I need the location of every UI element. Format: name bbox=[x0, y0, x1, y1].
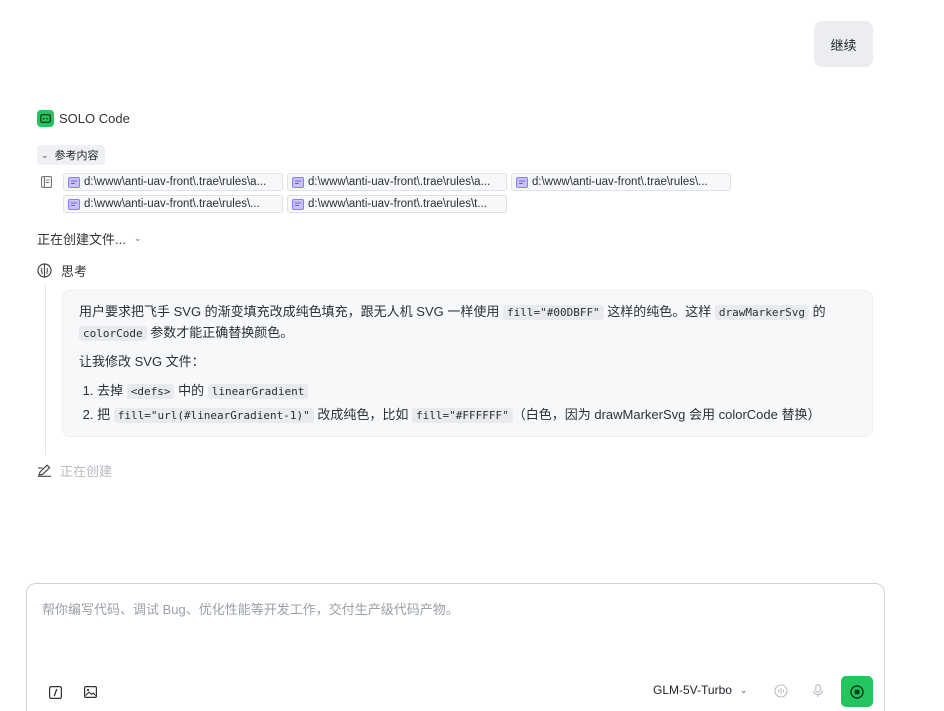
reference-file-chip[interactable]: d:\www\anti-uav-front\.trae\rules\... bbox=[63, 195, 283, 213]
file-icon bbox=[516, 176, 528, 188]
stop-icon bbox=[850, 684, 864, 699]
reference-file-chip[interactable]: d:\www\anti-uav-front\.trae\rules\a... bbox=[63, 173, 283, 191]
thinking-step: 2. 把 fill="url(#linearGradient-1)" 改成纯色，… bbox=[79, 403, 856, 427]
file-icon bbox=[292, 198, 304, 210]
command-button[interactable] bbox=[47, 684, 63, 700]
thinking-paragraph: 用户要求把飞手 SVG 的渐变填充改成纯色填充，跟无人机 SVG 一样使用 fi… bbox=[79, 302, 856, 344]
creating-label: 正在创建 bbox=[60, 464, 113, 479]
references-toggle[interactable]: ⌄ 参考内容 bbox=[37, 145, 105, 165]
reference-file-path: d:\www\anti-uav-front\.trae\rules\... bbox=[532, 176, 708, 188]
reference-file-path: d:\www\anti-uav-front\.trae\rules\t... bbox=[308, 198, 487, 210]
thinking-text: 参数才能正确替换颜色。 bbox=[146, 325, 294, 340]
thinking-content: 用户要求把飞手 SVG 的渐变填充改成纯色填充，跟无人机 SVG 一样使用 fi… bbox=[62, 290, 873, 437]
image-icon bbox=[83, 686, 97, 698]
microphone-icon bbox=[813, 684, 823, 697]
thinking-text: 去掉 bbox=[97, 383, 127, 398]
file-icon bbox=[68, 176, 80, 188]
thinking-text: 这样的纯色。这样 bbox=[603, 304, 715, 319]
reference-file-path: d:\www\anti-uav-front\.trae\rules\a... bbox=[84, 176, 267, 188]
file-creation-status[interactable]: 正在创建文件... ⌄ bbox=[37, 229, 141, 248]
brain-icon bbox=[37, 263, 52, 278]
file-list-icon bbox=[41, 176, 52, 188]
thinking-text: 把 bbox=[97, 407, 114, 422]
inline-code: fill="#FFFFFF" bbox=[412, 408, 513, 423]
microphone-button[interactable] bbox=[810, 683, 826, 699]
thinking-text: 改成纯色，比如 bbox=[313, 407, 413, 422]
thinking-text: 用户要求把飞手 SVG 的渐变填充改成纯色填充，跟无人机 SVG 一样使用 bbox=[79, 304, 503, 319]
inline-code: fill="#00DBFF" bbox=[502, 305, 604, 320]
prompt-input[interactable] bbox=[42, 602, 862, 617]
reference-file-chip[interactable]: d:\www\anti-uav-front\.trae\rules\... bbox=[511, 173, 731, 191]
thinking-step: 1. 去掉 <defs> 中的 linearGradient bbox=[79, 379, 856, 403]
message-composer: GLM-5V-Turbo ⌄ bbox=[26, 583, 885, 711]
status-label: 正在创建文件... bbox=[37, 232, 126, 247]
agent-header: SOLO Code bbox=[37, 110, 130, 127]
thinking-divider bbox=[45, 285, 46, 455]
creating-indicator: 正在创建 bbox=[37, 461, 112, 480]
reference-file-chip[interactable]: d:\www\anti-uav-front\.trae\rules\t... bbox=[287, 195, 507, 213]
model-name: GLM-5V-Turbo bbox=[653, 683, 732, 697]
solo-code-logo-icon bbox=[37, 110, 54, 127]
chat-page: 继续 SOLO Code ⌄ 参考内容 d:\www\anti-uav-fron… bbox=[0, 0, 944, 711]
chevron-down-icon: ⌄ bbox=[739, 684, 748, 695]
reference-file-path: d:\www\anti-uav-front\.trae\rules\a... bbox=[308, 176, 491, 188]
stop-generation-button[interactable] bbox=[841, 676, 873, 707]
model-selector[interactable]: GLM-5V-Turbo ⌄ bbox=[653, 683, 747, 697]
edit-pen-icon bbox=[38, 464, 51, 477]
thinking-text: 的 bbox=[809, 304, 826, 319]
audio-wave-icon bbox=[774, 684, 788, 698]
step-number: 1. bbox=[82, 383, 94, 398]
file-icon bbox=[68, 198, 80, 210]
image-upload-button[interactable] bbox=[82, 684, 98, 700]
reference-file-path: d:\www\anti-uav-front\.trae\rules\... bbox=[84, 198, 260, 210]
user-message-bubble: 继续 bbox=[814, 21, 873, 67]
chevron-down-icon: ⌄ bbox=[133, 233, 142, 243]
file-icon bbox=[292, 176, 304, 188]
thinking-text: 中的 bbox=[174, 383, 208, 398]
slash-command-icon bbox=[48, 685, 62, 699]
references-toggle-label: 参考内容 bbox=[54, 150, 99, 162]
thinking-text: （白色，因为 drawMarkerSvg 会用 colorCode 替换） bbox=[512, 407, 821, 422]
step-number: 2. bbox=[82, 407, 94, 422]
user-message-text: 继续 bbox=[830, 37, 857, 53]
thinking-label: 思考 bbox=[61, 264, 88, 279]
inline-code: <defs> bbox=[126, 384, 175, 399]
inline-code: fill="url(#linearGradient-1)" bbox=[113, 408, 314, 423]
thinking-paragraph: 让我修改 SVG 文件： bbox=[79, 354, 205, 369]
agent-name: SOLO Code bbox=[59, 111, 130, 126]
thinking-header[interactable]: 思考 bbox=[37, 261, 87, 280]
inline-code: drawMarkerSvg bbox=[714, 305, 810, 320]
voice-chat-button[interactable] bbox=[773, 683, 789, 699]
inline-code: linearGradient bbox=[207, 384, 309, 399]
inline-code: colorCode bbox=[79, 326, 147, 341]
reference-file-chip[interactable]: d:\www\anti-uav-front\.trae\rules\a... bbox=[287, 173, 507, 191]
chevron-down-icon: ⌄ bbox=[41, 149, 49, 160]
thinking-steps: 1. 去掉 <defs> 中的 linearGradient 2. 把 fill… bbox=[79, 379, 856, 427]
